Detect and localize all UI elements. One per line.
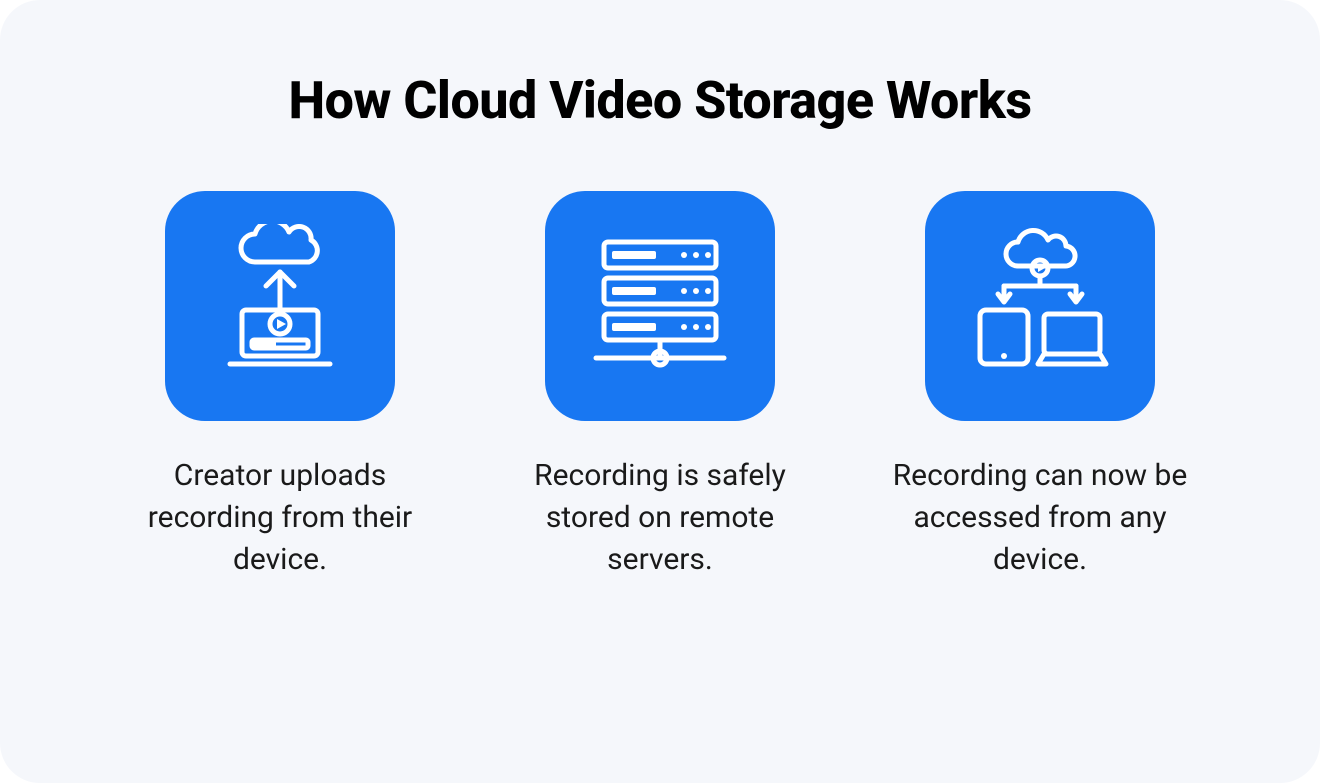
- cloud-to-devices-icon: [960, 224, 1120, 388]
- step-upload-caption: Creator uploads recording from their dev…: [130, 455, 430, 581]
- step-access: Recording can now be accessed from any d…: [880, 191, 1200, 581]
- steps-row: Creator uploads recording from their dev…: [120, 191, 1200, 581]
- step-access-caption: Recording can now be accessed from any d…: [890, 455, 1190, 581]
- step-store: Recording is safely stored on remote ser…: [500, 191, 820, 581]
- step-upload: Creator uploads recording from their dev…: [120, 191, 440, 581]
- step-store-tile: [545, 191, 775, 421]
- step-upload-tile: [165, 191, 395, 421]
- diagram-card: How Cloud Video Storage Works: [0, 0, 1320, 783]
- step-store-caption: Recording is safely stored on remote ser…: [510, 455, 810, 581]
- step-access-tile: [925, 191, 1155, 421]
- server-rack-icon: [580, 224, 740, 388]
- upload-to-cloud-icon: [200, 224, 360, 388]
- diagram-title: How Cloud Video Storage Works: [288, 70, 1031, 131]
